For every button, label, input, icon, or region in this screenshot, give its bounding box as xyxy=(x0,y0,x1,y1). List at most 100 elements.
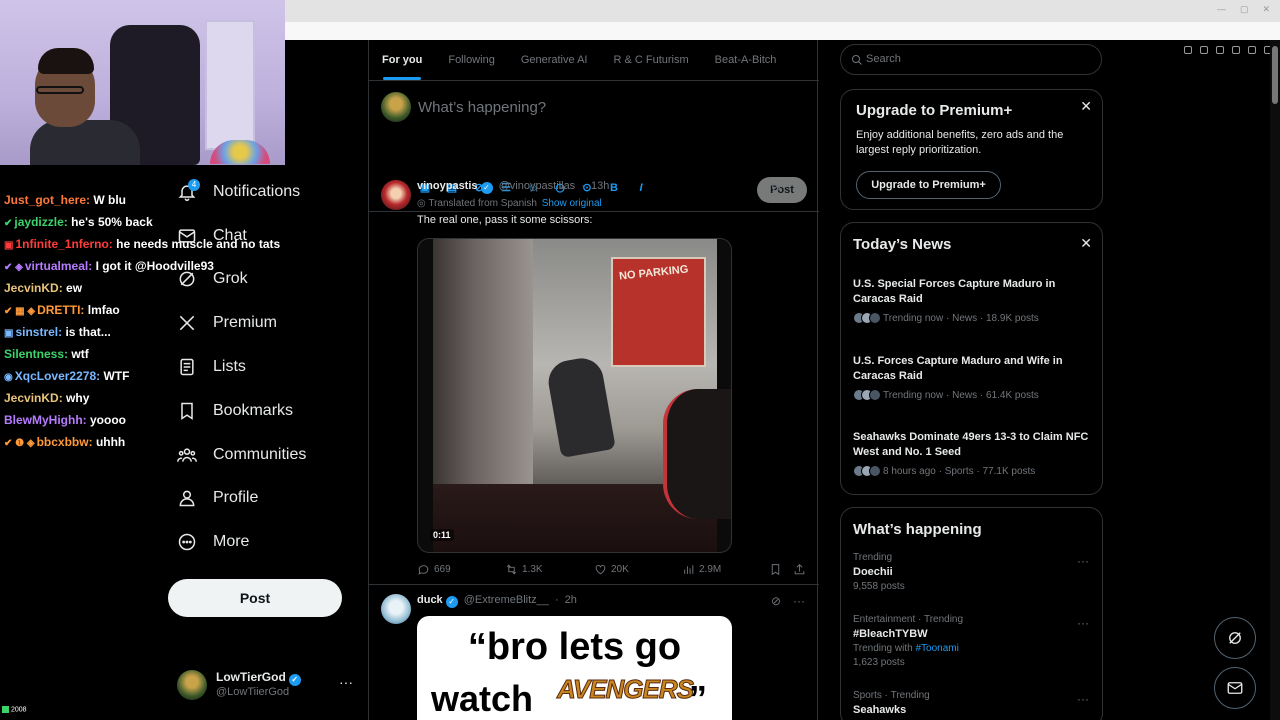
composer-input[interactable]: What’s happening? xyxy=(418,99,546,116)
tweet-author-handle[interactable]: @ExtremeBlitz__ xyxy=(464,594,549,606)
chat-message-text: he's 50% back xyxy=(71,215,153,229)
envelope-icon xyxy=(1227,682,1243,694)
scroll-thumb[interactable] xyxy=(1272,46,1278,104)
trend-with-tag[interactable]: #Toonami xyxy=(915,643,958,654)
like-button[interactable]: 20K xyxy=(594,563,629,576)
tweet-author-name[interactable]: duck xyxy=(417,594,443,606)
extension-icon[interactable] xyxy=(1232,46,1240,54)
show-original-link[interactable]: Show original xyxy=(542,198,602,209)
news-headline: Seahawks Dominate 49ers 13-3 to Claim NF… xyxy=(853,431,1089,458)
notification-count-badge: 4 xyxy=(188,179,200,191)
chat-message-text: yoooo xyxy=(90,413,126,427)
sidebar-item-notifications[interactable]: Notifications xyxy=(170,170,360,214)
sidebar-item-chat[interactable]: Chat xyxy=(170,214,360,258)
tweet-image[interactable]: “bro lets go watch AVENGERS ” xyxy=(417,616,732,720)
avatar[interactable] xyxy=(381,180,411,210)
news-meta-text: Trending now · News · 18.9K posts xyxy=(883,312,1039,324)
upgrade-premium-button[interactable]: Upgrade to Premium+ xyxy=(856,171,1001,199)
bookmark-icon xyxy=(177,401,197,421)
video-car-mirror xyxy=(663,389,731,519)
chat-username: 1nfinite_1nferno: xyxy=(15,237,117,251)
scrollbar[interactable] xyxy=(1270,40,1280,720)
grok-icon[interactable]: ⊘ xyxy=(771,594,781,608)
sidebar-item-grok[interactable]: Grok xyxy=(170,258,360,302)
tweet-video[interactable]: 0:11 xyxy=(417,238,732,553)
bookmark-button[interactable] xyxy=(769,563,782,576)
bookmark-star-icon[interactable] xyxy=(1216,46,1224,54)
news-item[interactable]: U.S. Special Forces Capture Maduro in Ca… xyxy=(853,277,1093,324)
chat-username: sinstrel: xyxy=(15,325,66,339)
post-button[interactable]: Post xyxy=(168,579,342,617)
tweet-author-handle[interactable]: @vinoypastillas xyxy=(499,180,576,192)
tweet-text: The real one, pass it some scissors: xyxy=(417,214,593,226)
account-more-icon[interactable]: ··· xyxy=(339,674,353,690)
trend-item[interactable]: Sports · Trending Seahawks xyxy=(853,690,1093,716)
sidebar-item-lists[interactable]: Lists xyxy=(170,345,360,389)
more-icon[interactable]: ··· xyxy=(1077,616,1089,630)
extension-icon[interactable] xyxy=(1184,46,1192,54)
grok-fab-button[interactable] xyxy=(1214,617,1256,659)
close-icon[interactable]: ✕ xyxy=(1080,235,1092,252)
more-icon[interactable]: ··· xyxy=(1077,692,1089,706)
premium-body: Enjoy additional benefits, zero ads and … xyxy=(856,129,1064,156)
like-count: 20K xyxy=(611,564,629,575)
news-meta: Trending now · News · 61.4K posts xyxy=(853,389,1093,401)
share-button[interactable] xyxy=(793,563,806,576)
sidebar-item-premium[interactable]: Premium xyxy=(170,301,360,345)
meme-text-line1: “bro lets go xyxy=(467,626,682,668)
chat-username: Silentness: xyxy=(4,347,72,361)
extension-icon[interactable] xyxy=(1248,46,1256,54)
more-icon[interactable]: ··· xyxy=(793,594,805,608)
webcam-overlay xyxy=(0,0,285,165)
tweet[interactable]: vinoypastis ✓ @vinoypastillas · 13h ⊘ ···… xyxy=(369,172,819,585)
trend-title: Seahawks xyxy=(853,704,907,716)
chat-message-text: is that... xyxy=(65,325,111,339)
extension-icon[interactable] xyxy=(1200,46,1208,54)
tab-generative-ai[interactable]: Generative AI xyxy=(508,40,601,80)
views-button[interactable]: 2.9M xyxy=(682,563,721,576)
more-icon[interactable]: ··· xyxy=(793,180,805,194)
window-controls[interactable]: — ▢ ✕ xyxy=(1217,4,1270,15)
avatar[interactable] xyxy=(381,594,411,624)
repost-count: 1.3K xyxy=(522,564,543,575)
news-item[interactable]: Seahawks Dominate 49ers 13-3 to Claim NF… xyxy=(853,430,1093,477)
tab-r-c-futurism[interactable]: R & C Futurism xyxy=(600,40,701,80)
chat-message-text: ew xyxy=(66,281,83,295)
tweet-time[interactable]: 2h xyxy=(565,594,577,606)
tab-following[interactable]: Following xyxy=(435,40,507,80)
sidebar-item-communities[interactable]: Communities xyxy=(170,433,360,477)
tweet-header-actions: ⊘ ··· xyxy=(771,594,805,608)
grok-icon[interactable]: ⊘ xyxy=(771,180,781,194)
tweet[interactable]: duck ✓ @ExtremeBlitz__ · 2h ⊘ ··· “bro le… xyxy=(369,586,819,720)
chat-badge-icon: ◉ xyxy=(4,372,13,383)
webcam-colorful-object xyxy=(210,140,270,164)
repost-button[interactable]: 1.3K xyxy=(505,563,543,576)
messages-fab-button[interactable] xyxy=(1214,667,1256,709)
close-icon[interactable]: ✕ xyxy=(1080,98,1092,115)
sidebar-item-profile[interactable]: Profile xyxy=(170,477,360,521)
account-switcher[interactable]: LowTierGod ✓ @LowTiierGod ··· xyxy=(175,668,355,704)
trend-post-count: 9,558 posts xyxy=(853,581,905,592)
tab-beat-a-bitch[interactable]: Beat-A-Bitch xyxy=(702,40,790,80)
trend-item[interactable]: Trending Doechii 9,558 posts xyxy=(853,552,1093,592)
sidebar-item-label: Bookmarks xyxy=(213,401,294,419)
tweet-separator: · xyxy=(554,594,559,606)
video-frame xyxy=(433,239,731,552)
meme-avengers-logo: AVENGERS xyxy=(557,674,695,705)
tweet-separator: · xyxy=(581,180,585,192)
meme-text-line2: watch xyxy=(431,678,534,719)
trend-item[interactable]: Entertainment · Trending #BleachTYBW Tre… xyxy=(853,614,1093,668)
premium-upsell-card: Upgrade to Premium+ ✕ Enjoy additional b… xyxy=(840,89,1103,210)
browser-extension-icons[interactable] xyxy=(1184,46,1272,54)
chat-badge-icon: ✔ ◈ xyxy=(4,262,23,273)
tweet-author-name[interactable]: vinoypastis xyxy=(417,180,478,192)
tab-for-you[interactable]: For you xyxy=(369,40,435,80)
browser-address-bar[interactable] xyxy=(285,22,1280,54)
news-item[interactable]: U.S. Forces Capture Maduro and Wife in C… xyxy=(853,354,1093,401)
tweet-time[interactable]: 13h xyxy=(591,180,609,192)
sidebar-item-bookmarks[interactable]: Bookmarks xyxy=(170,389,360,433)
reply-button[interactable]: 669 xyxy=(417,563,451,576)
sidebar-item-more[interactable]: More xyxy=(170,520,360,564)
search-input[interactable]: Search xyxy=(840,44,1102,75)
more-icon[interactable]: ··· xyxy=(1077,554,1089,568)
